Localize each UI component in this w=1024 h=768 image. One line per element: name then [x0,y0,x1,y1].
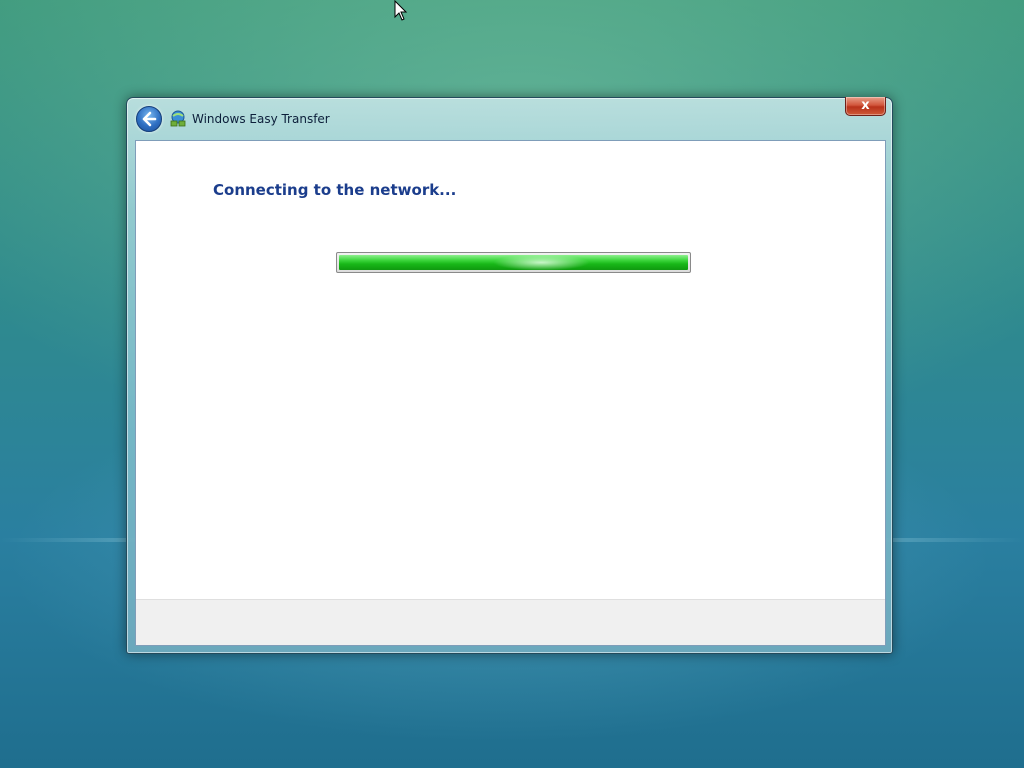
content-pane: Connecting to the network... [135,140,886,646]
progress-bar [336,252,691,273]
mouse-cursor-icon [394,0,408,21]
progress-fill [339,255,688,270]
back-button[interactable] [136,106,162,132]
page-heading: Connecting to the network... [213,181,457,199]
title-bar[interactable]: Windows Easy Transfer x [127,97,892,140]
close-icon: x [861,98,870,113]
close-button[interactable]: x [845,97,886,116]
window-title: Windows Easy Transfer [192,112,330,126]
back-arrow-icon [142,111,157,127]
easy-transfer-icon [170,110,186,127]
footer-bar [136,599,885,645]
easy-transfer-window: Windows Easy Transfer x Connecting to th… [126,97,893,654]
